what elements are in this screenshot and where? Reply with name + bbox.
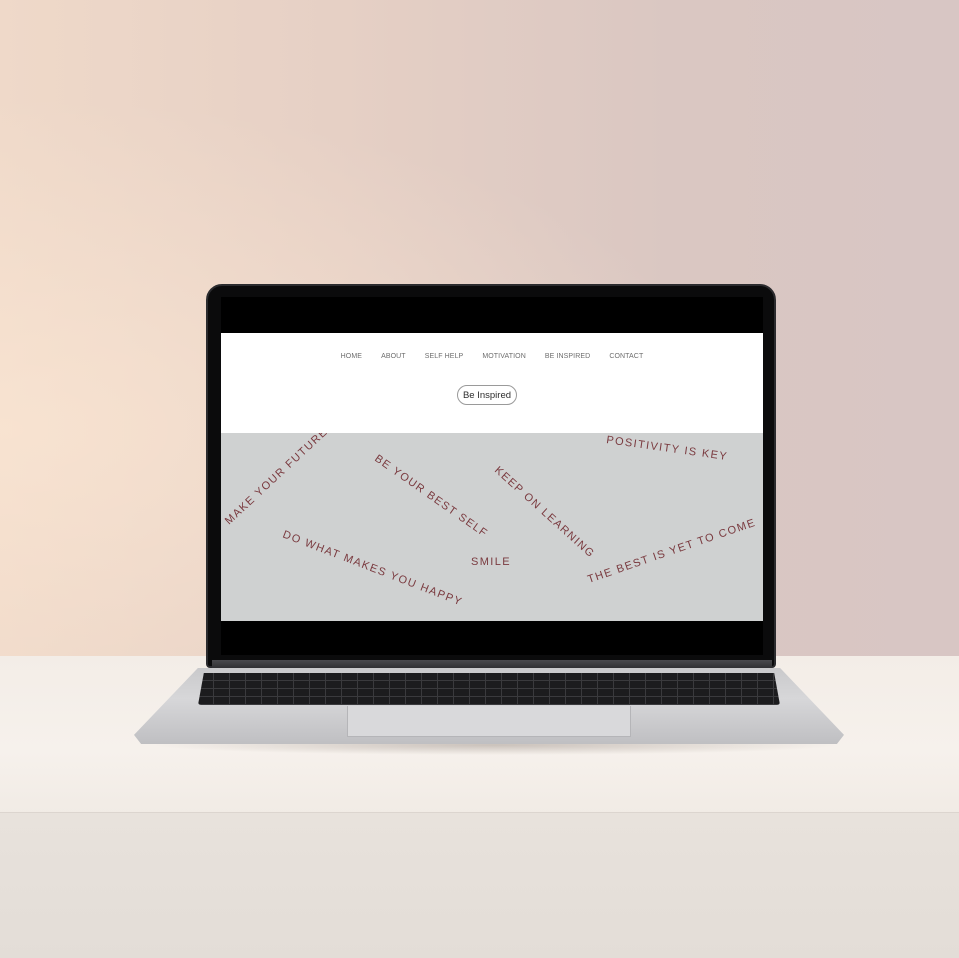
nav-motivation[interactable]: MOTIVATION [482, 353, 526, 360]
site-header: HOME ABOUT SELF HELP MOTIVATION BE INSPI… [221, 333, 763, 433]
nav-self-help[interactable]: SELF HELP [425, 353, 464, 360]
nav-home[interactable]: HOME [341, 353, 362, 360]
laptop-keyboard [198, 673, 780, 705]
nav-contact[interactable]: CONTACT [609, 353, 643, 360]
quote-keep-on-learning: KEEP ON LEARNING [492, 464, 597, 560]
shelf-front [0, 812, 959, 958]
quote-do-what-makes-you-happy: DO WHAT MAKES YOU HAPPY [281, 529, 464, 609]
quotes-section: MAKE YOUR FUTURE BE YOUR BEST SELF KEEP … [221, 433, 763, 621]
be-inspired-button[interactable]: Be Inspired [457, 385, 517, 405]
laptop-screen: HOME ABOUT SELF HELP MOTIVATION BE INSPI… [221, 297, 763, 655]
quote-make-your-future: MAKE YOUR FUTURE [223, 433, 331, 527]
quotes-canvas: MAKE YOUR FUTURE BE YOUR BEST SELF KEEP … [223, 433, 758, 609]
screen-top-bar [221, 297, 763, 333]
quote-smile: SMILE [471, 556, 511, 568]
quote-positivity-is-key: POSITIVITY IS KEY [606, 434, 729, 463]
laptop-trackpad [347, 706, 631, 737]
quote-the-best-is-yet-to-come: THE BEST IS YET TO COME [586, 517, 758, 586]
screen-bottom-bar [221, 621, 763, 655]
nav-be-inspired[interactable]: BE INSPIRED [545, 353, 590, 360]
nav-about[interactable]: ABOUT [381, 353, 406, 360]
quote-be-your-best-self: BE YOUR BEST SELF [372, 453, 490, 540]
main-nav: HOME ABOUT SELF HELP MOTIVATION BE INSPI… [221, 353, 763, 360]
